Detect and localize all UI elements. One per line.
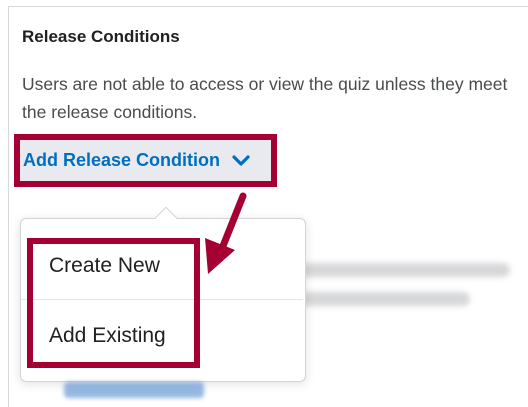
annotation-arrow-icon bbox=[205, 192, 247, 274]
